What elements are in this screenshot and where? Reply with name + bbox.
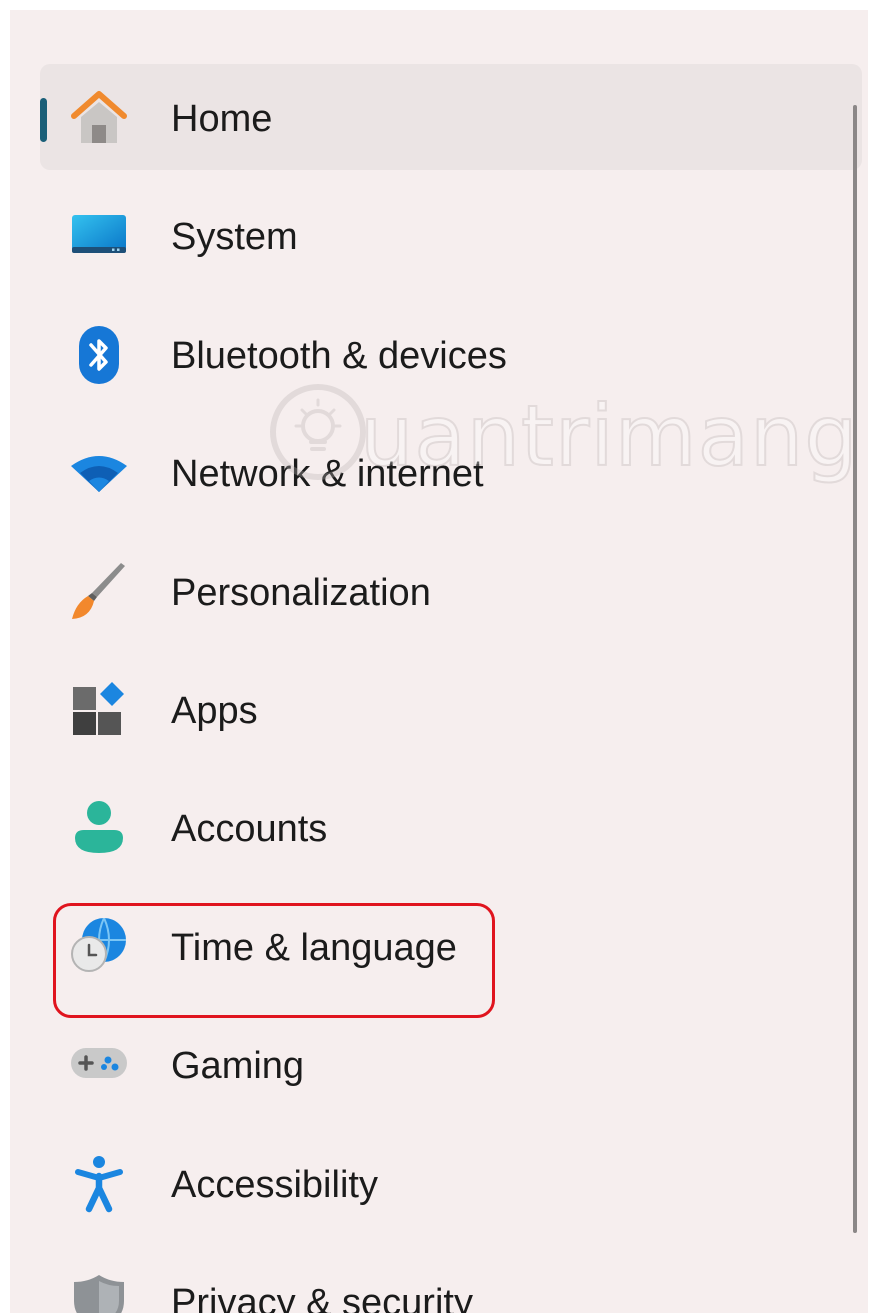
nav-item-label: Accessibility — [171, 1163, 378, 1206]
apps-icon — [70, 681, 128, 739]
nav-item-label: Accounts — [171, 808, 328, 851]
nav-item-accessibility[interactable]: Accessibility — [40, 1130, 862, 1236]
nav-item-label: Home — [171, 98, 273, 140]
globe-clock-icon — [70, 917, 128, 976]
nav-item-time-language[interactable]: Time & language — [40, 893, 862, 999]
nav-item-label: Gaming — [171, 1045, 305, 1088]
settings-nav: Home System Bluetooth & devices Network … — [40, 64, 862, 1313]
bluetooth-icon — [70, 325, 128, 384]
account-icon — [70, 799, 128, 857]
nav-item-network[interactable]: Network & internet — [40, 419, 862, 525]
nav-item-gaming[interactable]: Gaming — [40, 1011, 862, 1117]
nav-item-label: Time & language — [171, 926, 457, 969]
nav-item-label: Network & internet — [171, 453, 484, 496]
nav-item-label: Apps — [171, 689, 258, 732]
shield-icon — [70, 1273, 128, 1313]
scrollbar[interactable] — [853, 105, 857, 1233]
nav-item-personalization[interactable]: Personalization — [40, 538, 862, 644]
gamepad-icon — [70, 1036, 128, 1094]
nav-item-home[interactable]: Home — [40, 64, 862, 170]
wifi-icon — [70, 444, 128, 502]
settings-sidebar: Home System Bluetooth & devices Network … — [10, 10, 868, 1313]
nav-item-apps[interactable]: Apps — [40, 656, 862, 762]
paintbrush-icon — [70, 562, 128, 621]
system-icon — [70, 207, 128, 265]
nav-item-accounts[interactable]: Accounts — [40, 774, 862, 880]
nav-item-system[interactable]: System — [40, 182, 862, 288]
accessibility-icon — [70, 1155, 128, 1213]
nav-item-label: Privacy & security — [171, 1281, 473, 1313]
selection-indicator — [40, 98, 47, 142]
nav-item-label: Bluetooth & devices — [171, 334, 507, 377]
nav-item-label: System — [171, 216, 298, 259]
nav-item-label: Personalization — [171, 571, 431, 614]
nav-item-bluetooth[interactable]: Bluetooth & devices — [40, 301, 862, 407]
home-icon — [70, 89, 128, 147]
nav-item-privacy-security[interactable]: Privacy & security — [40, 1248, 862, 1313]
